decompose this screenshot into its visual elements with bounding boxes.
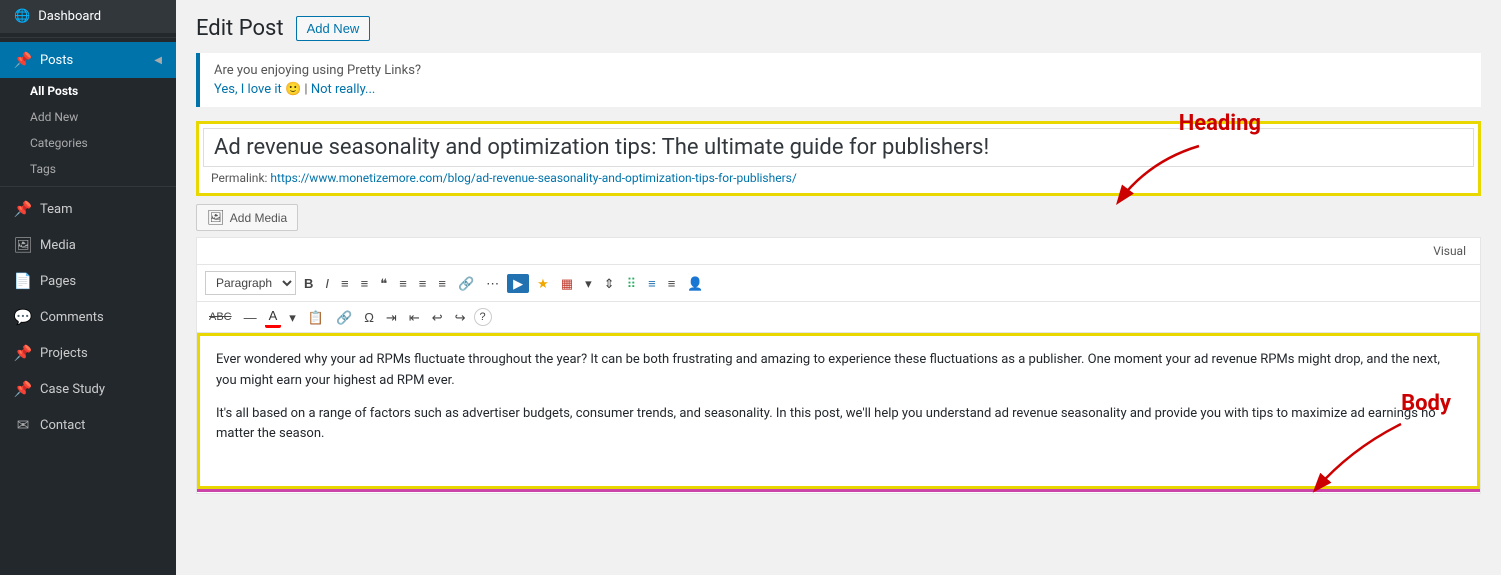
editor-paragraph-1: Ever wondered why your ad RPMs fluctuate… (216, 350, 1461, 392)
sidebar-item-media[interactable]: 🖼 Media (0, 227, 176, 263)
editor-toolbar-row1: Paragraph B I ≡ ≡ ❝ ≡ ≡ ≡ 🔗 ⋯ ▶ ★ ▦ ▾ (197, 265, 1480, 302)
permalink-link[interactable]: https://www.monetizemore.com/blog/ad-rev… (270, 171, 796, 185)
italic-button[interactable]: I (321, 274, 333, 293)
dashboard-globe-icon: 🌐 (14, 9, 30, 24)
ul-button[interactable]: ≡ (337, 274, 353, 293)
fullscreen-button[interactable]: ▶ (507, 274, 529, 293)
sidebar-item-team[interactable]: 📌 Team (0, 191, 176, 227)
editor-body[interactable]: Ever wondered why your ad RPMs fluctuate… (200, 336, 1477, 486)
paragraph-select[interactable]: Paragraph (205, 271, 296, 295)
sidebar-posts-label: Posts (40, 53, 73, 68)
editor-footer-bar (197, 489, 1480, 493)
text-color-button[interactable]: A (265, 306, 282, 328)
align-right-button[interactable]: ≡ (434, 274, 450, 293)
clear-format-button[interactable]: 🔗 (332, 308, 356, 327)
page-title: Edit Post (196, 16, 284, 41)
editor-container: Visual Paragraph B I ≡ ≡ ❝ ≡ ≡ ≡ 🔗 ⋯ (196, 237, 1481, 494)
add-media-label: Add Media (230, 211, 287, 225)
notice-link-yes[interactable]: Yes, I love it 🙂 (214, 82, 301, 97)
indent-button[interactable]: ⇥ (382, 308, 401, 327)
comments-label: Comments (40, 310, 104, 325)
add-media-button[interactable]: 🖼 Add Media (196, 204, 298, 231)
case-study-icon: 📌 (14, 380, 32, 398)
table-button[interactable]: ▦ (557, 274, 577, 293)
help-button[interactable]: ? (474, 308, 492, 326)
sidebar: 🌐 Dashboard 📌 Posts ◀ All Posts Add New … (0, 0, 176, 575)
sidebar-item-comments[interactable]: 💬 Comments (0, 299, 176, 335)
user-button[interactable]: 👤 (683, 274, 707, 293)
strikethrough-button[interactable]: ABC (205, 309, 236, 326)
media-label: Media (40, 238, 76, 253)
text-color-dropdown[interactable]: ▾ (285, 308, 300, 327)
posts-submenu: All Posts Add New Categories Tags (0, 78, 176, 182)
categories-label: Categories (30, 136, 88, 150)
pin-icon-posts: 📌 (14, 51, 32, 69)
projects-icon: 📌 (14, 344, 32, 362)
contact-icon: ✉ (14, 416, 32, 434)
case-study-label: Case Study (40, 382, 105, 397)
hr-button[interactable]: — (240, 308, 261, 327)
ol-button[interactable]: ≡ (357, 274, 373, 293)
sidebar-item-categories[interactable]: Categories (30, 130, 176, 156)
redo-button[interactable]: ↪ (451, 308, 470, 327)
team-label: Team (40, 202, 73, 217)
undo-button[interactable]: ↩ (428, 308, 447, 327)
main-content: Edit Post Add New Are you enjoying using… (176, 0, 1501, 575)
pages-icon: 📄 (14, 272, 32, 290)
post-title-input[interactable] (203, 128, 1474, 167)
sidebar-divider-top (0, 37, 176, 38)
add-media-row: 🖼 Add Media (196, 204, 1481, 231)
sidebar-divider-2 (0, 186, 176, 187)
page-header: Edit Post Add New (196, 16, 1481, 41)
editor-toolbar-row2: ABC — A ▾ 📋 🔗 Ω ⇥ ⇤ ↩ ↪ ? (197, 302, 1480, 333)
columns-button[interactable]: ⠿ (623, 274, 641, 293)
editor-paragraph-2: It's all based on a range of factors suc… (216, 404, 1461, 446)
sidebar-item-tags[interactable]: Tags (30, 156, 176, 182)
editor-tab-bar: Visual (197, 238, 1480, 265)
visual-tab[interactable]: Visual (1427, 242, 1472, 260)
sidebar-item-case-study[interactable]: 📌 Case Study (0, 371, 176, 407)
post-title-area: Permalink: https://www.monetizemore.com/… (196, 121, 1481, 196)
add-new-button[interactable]: Add New (296, 16, 371, 41)
blockquote-button[interactable]: ❝ (376, 274, 391, 293)
comments-icon: 💬 (14, 308, 32, 326)
pages-label: Pages (40, 274, 76, 289)
sidebar-item-all-posts[interactable]: All Posts (30, 78, 176, 104)
outdent-button[interactable]: ⇤ (405, 308, 424, 327)
align-left-button[interactable]: ≡ (395, 274, 411, 293)
align-center-button[interactable]: ≡ (415, 274, 431, 293)
media-icon: 🖼 (14, 236, 32, 254)
sidebar-item-posts[interactable]: 📌 Posts ◀ (0, 42, 176, 78)
bold-button[interactable]: B (300, 274, 317, 293)
permalink-label: Permalink: (211, 171, 267, 185)
sidebar-item-contact[interactable]: ✉ Contact (0, 407, 176, 443)
special-char-button[interactable]: Ω (360, 308, 378, 327)
sidebar-item-add-new[interactable]: Add New (30, 104, 176, 130)
add-media-icon: 🖼 (207, 209, 225, 226)
sidebar-dashboard-label: Dashboard (38, 9, 101, 24)
pin-icon-team: 📌 (14, 200, 32, 218)
sidebar-item-projects[interactable]: 📌 Projects (0, 335, 176, 371)
add-new-label: Add New (30, 110, 78, 124)
menu-button[interactable]: ≡ (664, 274, 680, 293)
table-dropdown[interactable]: ▾ (581, 274, 596, 293)
chevron-icon-posts: ◀ (154, 55, 162, 66)
paste-button[interactable]: 📋 (304, 308, 328, 327)
projects-label: Projects (40, 346, 88, 361)
star-button[interactable]: ★ (533, 274, 553, 293)
permalink-row: Permalink: https://www.monetizemore.com/… (203, 167, 1474, 189)
notice-banner: Are you enjoying using Pretty Links? Yes… (196, 53, 1481, 107)
lines-button[interactable]: ≡ (644, 274, 660, 293)
notice-link-no[interactable]: Not really... (311, 82, 376, 97)
sidebar-item-pages[interactable]: 📄 Pages (0, 263, 176, 299)
contact-label: Contact (40, 418, 85, 433)
editor-body-area: Ever wondered why your ad RPMs fluctuate… (197, 333, 1480, 489)
notice-text: Are you enjoying using Pretty Links? (214, 63, 1467, 78)
move-button[interactable]: ⇕ (600, 274, 619, 293)
sidebar-logo[interactable]: 🌐 Dashboard (0, 0, 176, 33)
more-button[interactable]: ⋯ (482, 274, 503, 293)
tags-label: Tags (30, 162, 56, 176)
link-button[interactable]: 🔗 (454, 274, 478, 293)
all-posts-label: All Posts (30, 84, 78, 98)
